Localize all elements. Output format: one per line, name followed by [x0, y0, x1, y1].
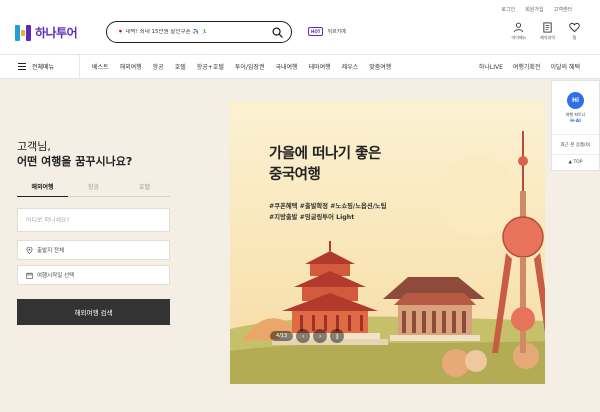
search-bar [106, 21, 292, 43]
my-menu-label: 마이메뉴 [511, 35, 527, 40]
chevron-right-icon: › [319, 332, 322, 340]
main-hero: 고객님, 어떤 여행을 꿈꾸시나요? 해외여행 항공 호텔 출발지 전체 여행시… [0, 79, 600, 412]
reservations-label: 예약내역 [540, 35, 555, 40]
hot-keyword-label: 뒤르키예 [327, 29, 346, 35]
overseas-search-button[interactable]: 해외여행 검색 [17, 299, 170, 325]
promo-banner[interactable]: 가을에 떠나기 좋은 중국여행 #쿠폰혜택 #출발확정 #노쇼핑/노옵션/노팁 … [230, 101, 545, 384]
utility-links: 로그인 회원가입 고객센터 [501, 6, 572, 13]
greeting: 고객님, 어떤 여행을 꿈꾸시나요? [17, 139, 132, 169]
nav-item-flight-hotel[interactable]: 항공+호텔 [197, 62, 224, 71]
banner-tags-line1: #쿠폰혜택 #출발확정 #노쇼핑/노옵션/노팁 [269, 203, 387, 210]
nav-item-live[interactable]: 하나LIVE [479, 62, 503, 71]
heart-icon [569, 22, 580, 33]
search-icon[interactable] [272, 26, 283, 38]
nav-item-overseas[interactable]: 해외여행 [120, 62, 142, 71]
banner-page-indicator: 4/13 [270, 331, 294, 341]
nav-item-best[interactable]: 베스트 [92, 62, 109, 71]
destination-input[interactable] [26, 216, 161, 224]
chevron-left-icon: ‹ [302, 332, 305, 340]
help-link[interactable]: 고객센터 [554, 6, 572, 13]
banner-title-line1: 가을에 떠나기 좋은 [269, 146, 381, 162]
join-link[interactable]: 회원가입 [525, 6, 543, 13]
banner-pause-button[interactable]: ∥ [330, 329, 345, 343]
ai-partner-name: H-AI [570, 118, 581, 124]
nav-right-items: 하나LIVE 여행기획전 이달의 혜택 [479, 55, 580, 78]
nav-item-exhibitions[interactable]: 여행기획전 [513, 62, 541, 71]
search-tabs: 해외여행 항공 호텔 [17, 182, 170, 197]
banner-prev-button[interactable]: ‹ [296, 329, 311, 343]
hot-keyword[interactable]: HOT 뒤르키예 [308, 27, 346, 36]
search-input[interactable] [117, 29, 272, 35]
logo-text: 하나투어 [35, 26, 78, 40]
nav-item-hotel[interactable]: 호텔 [175, 62, 186, 71]
all-menu-button[interactable]: 전체메뉴 [0, 55, 80, 78]
logo-icon [15, 24, 31, 41]
destination-box [17, 208, 170, 232]
document-icon [543, 22, 552, 33]
tab-overseas[interactable]: 해외여행 [17, 182, 68, 197]
nav-item-theme[interactable]: 테마여행 [309, 62, 331, 71]
pause-icon: ∥ [335, 332, 339, 340]
floating-side-panel: Hi 여행 파트너 H-AI 최근 본 상품(0) ▲ TOP [551, 80, 600, 171]
ai-badge-icon: Hi [567, 91, 584, 109]
person-icon [514, 22, 524, 33]
nav-item-tours-tickets[interactable]: 투어/입장권 [235, 62, 265, 71]
main-nav: 전체메뉴 베스트 해외여행 항공 호텔 항공+호텔 투어/입장권 국내여행 테마… [0, 54, 600, 79]
wishlist-button[interactable]: 찜 [569, 22, 580, 41]
nav-items: 베스트 해외여행 항공 호텔 항공+호텔 투어/입장권 국내여행 테마여행 제우… [92, 55, 391, 78]
nav-item-monthly-benefits[interactable]: 이달의 혜택 [550, 62, 580, 71]
departure-select[interactable]: 출발지 전체 [17, 240, 170, 260]
tab-flight[interactable]: 항공 [68, 182, 119, 196]
departure-value: 출발지 전체 [37, 248, 65, 254]
ai-partner-label: 여행 파트너 [565, 111, 586, 117]
recent-viewed-button[interactable]: 최근 본 상품(0) [552, 135, 599, 155]
greeting-line1: 고객님, [17, 140, 51, 153]
date-value: 여행시작일 선택 [37, 273, 75, 279]
tab-hotel[interactable]: 호텔 [119, 182, 170, 196]
login-link[interactable]: 로그인 [501, 6, 515, 13]
brand-logo[interactable]: 하나투어 [15, 24, 78, 41]
wishlist-label: 찜 [572, 35, 577, 40]
greeting-line2: 어떤 여행을 꿈꾸시나요? [17, 155, 133, 168]
hamburger-icon [18, 63, 26, 70]
location-pin-icon [26, 246, 33, 254]
nav-item-flight[interactable]: 항공 [153, 62, 164, 71]
my-menu-button[interactable]: 마이메뉴 [511, 22, 527, 41]
banner-controls: 4/13 ‹ › ∥ [270, 329, 345, 343]
nav-item-domestic[interactable]: 국내여행 [275, 62, 297, 71]
banner-title: 가을에 떠나기 좋은 중국여행 [269, 144, 381, 186]
nav-item-custom[interactable]: 맞춤여행 [369, 62, 391, 71]
all-menu-label: 전체메뉴 [32, 64, 55, 71]
date-select[interactable]: 여행시작일 선택 [17, 265, 170, 285]
nav-item-zeus[interactable]: 제우스 [342, 62, 359, 71]
header-icons: 마이메뉴 예약내역 찜 [512, 22, 580, 41]
ai-partner-button[interactable]: Hi 여행 파트너 H-AI [552, 81, 599, 135]
banner-tags: #쿠폰혜택 #출발확정 #노쇼핑/노옵션/노팁 #지방출발 #밍글링투어 Lig… [269, 201, 387, 223]
banner-tags-line2: #지방출발 #밍글링투어 Light [269, 214, 355, 221]
hot-badge: HOT [308, 27, 324, 36]
banner-title-line2: 중국여행 [269, 167, 321, 183]
scroll-top-button[interactable]: ▲ TOP [552, 155, 599, 170]
reservations-button[interactable]: 예약내역 [540, 22, 555, 41]
banner-next-button[interactable]: › [313, 329, 328, 343]
calendar-icon [26, 271, 33, 279]
